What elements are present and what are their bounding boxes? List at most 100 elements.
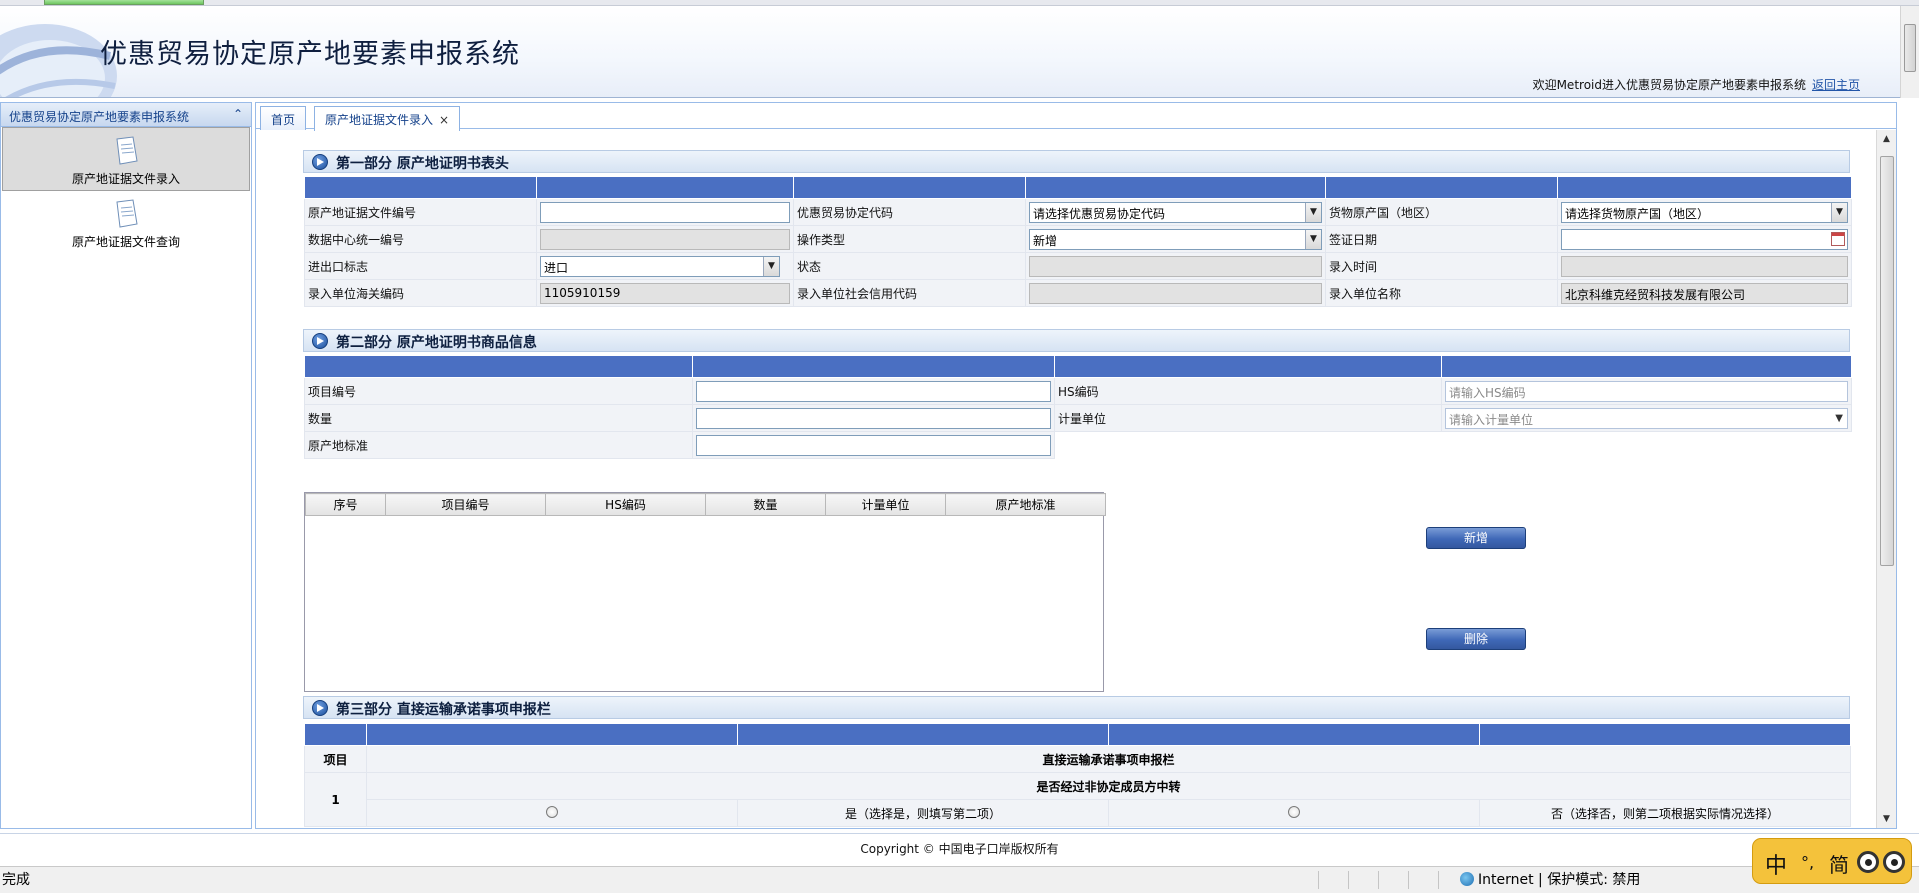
field-label: 操作类型 [793, 225, 1026, 253]
grid-header-hs-code[interactable]: HS编码 [545, 493, 706, 516]
field-label: 数量 [304, 404, 693, 432]
calendar-icon[interactable] [1831, 231, 1845, 246]
cert-no-input[interactable] [540, 201, 790, 223]
chevron-down-icon[interactable]: ▼ [1305, 229, 1321, 249]
ime-punct-toggle[interactable]: °, [1801, 853, 1814, 872]
sidebar-title: 优惠贸易协定原产地要素申报系统 [9, 110, 190, 124]
customs-code-field: 1105910159 [540, 282, 790, 304]
delete-button[interactable]: 删除 [1426, 628, 1526, 650]
grid-header-seq[interactable]: 序号 [305, 493, 386, 516]
sidebar-item-label: 原产地证据文件查询 [71, 235, 180, 249]
section-title: 第一部分 原产地证明书表头 [336, 156, 509, 172]
entry-time-field [1561, 255, 1848, 277]
sidebar-item-query[interactable]: 原产地证据文件查询 [2, 191, 250, 255]
field-label: 货物原产国（地区） [1325, 198, 1558, 226]
sidebar-item-entry[interactable]: 原产地证据文件录入 [2, 127, 250, 191]
add-button[interactable]: 新增 [1426, 527, 1526, 549]
import-export-select[interactable]: 进口 ▼ [540, 255, 780, 277]
field-label: 项目编号 [304, 377, 693, 405]
divider [1408, 871, 1409, 889]
content-scrollbar[interactable]: ▲ ▼ [1876, 130, 1896, 828]
tab-home[interactable]: 首页 [260, 106, 307, 130]
transport-table: 项目 直接运输承诺事项申报栏 1 是否经过非协定成员方中转 是（选择是，则填写第… [304, 723, 1851, 827]
goods-form-table: 项目编号 HS编码 请输入HS编码 数量 计量单位 请输入计量单位 ▼ 原产地标准 [304, 355, 1852, 459]
header-form-table: 原产地证据文件编号 优惠贸易协定代码 请选择优惠贸易协定代码 ▼ 货物原产国（地区… [304, 176, 1852, 307]
select-placeholder: 请输入计量单位 [1449, 412, 1534, 427]
header-scrollbar[interactable] [1900, 6, 1919, 98]
form-content: 第一部分 原产地证明书表头 原产地证据文件编号 优惠贸易协定代码 请选择优惠贸易… [256, 130, 1876, 828]
select-value: 进口 [544, 260, 569, 275]
ime-mode-toggle[interactable]: 简 [1829, 849, 1849, 878]
collapse-icon[interactable]: ⌃ [233, 107, 243, 121]
security-zone[interactable]: Internet | 保护模式: 禁用 [1460, 867, 1640, 893]
document-icon [116, 199, 138, 228]
field-label: 计量单位 [1054, 404, 1442, 432]
ime-mascot-icon [1857, 851, 1909, 873]
status-text: 完成 [2, 872, 30, 888]
credit-code-field [1029, 282, 1322, 304]
section-header-part3: 第三部分 直接运输承诺事项申报栏 [303, 696, 1850, 719]
origin-criteria-input[interactable] [696, 434, 1051, 456]
question-label: 是否经过非协定成员方中转 [366, 772, 1851, 800]
yes-radio[interactable] [546, 805, 558, 818]
grid-header-quantity[interactable]: 数量 [705, 493, 826, 516]
copyright-text: Copyright © 中国电子口岸版权所有 [860, 842, 1059, 856]
goods-grid: 序号 项目编号 HS编码 数量 计量单位 原产地标准 [304, 492, 1106, 692]
divider [1348, 871, 1349, 889]
grid-header-origin[interactable]: 原产地标准 [945, 493, 1106, 516]
col-item-label: 项目 [304, 745, 367, 773]
quantity-input[interactable] [696, 407, 1051, 429]
tab-entry[interactable]: 原产地证据文件录入 × [314, 106, 461, 131]
item-no-input[interactable] [696, 380, 1051, 402]
grid-header-unit[interactable]: 计量单位 [825, 493, 946, 516]
field-label: 数据中心统一编号 [304, 225, 537, 253]
scroll-down-icon[interactable]: ▼ [1883, 814, 1890, 824]
browser-tab[interactable] [44, 0, 204, 5]
field-label: 录入时间 [1325, 252, 1558, 280]
chevron-down-icon[interactable]: ▼ [1305, 202, 1321, 222]
hs-code-input[interactable]: 请输入HS编码 [1445, 380, 1848, 402]
home-link[interactable]: 返回主页 [1812, 78, 1860, 92]
arrow-circle-icon [312, 154, 328, 170]
chevron-down-icon[interactable]: ▼ [763, 256, 779, 276]
yes-label: 是（选择是，则填写第二项） [737, 799, 1109, 827]
ime-lang-toggle[interactable]: 中 [1765, 848, 1787, 880]
ime-toolbar[interactable]: 中 °, 简 [1752, 838, 1912, 884]
eye-icon [1857, 851, 1879, 873]
arrow-circle-icon [312, 333, 328, 349]
eye-icon [1883, 851, 1905, 873]
agreement-code-select[interactable]: 请选择优惠贸易协定代码 ▼ [1029, 201, 1322, 223]
close-icon[interactable]: × [439, 113, 449, 127]
unit-select[interactable]: 请输入计量单位 ▼ [1445, 407, 1848, 429]
footer: Copyright © 中国电子口岸版权所有 [0, 833, 1919, 865]
field-label: 进出口标志 [304, 252, 537, 280]
origin-country-select[interactable]: 请选择货物原产国（地区） ▼ [1561, 201, 1848, 223]
status-field [1029, 255, 1322, 277]
select-value: 请选择货物原产国（地区） [1565, 206, 1710, 221]
no-radio[interactable] [1288, 805, 1300, 818]
zone-text: Internet | 保护模式: 禁用 [1478, 872, 1641, 888]
divider [1318, 871, 1319, 889]
field-label: 录入单位名称 [1325, 279, 1558, 307]
visa-date-input[interactable] [1561, 228, 1848, 250]
status-bar: 完成 Internet | 保护模式: 禁用 [0, 866, 1919, 893]
field-label: 录入单位社会信用代码 [793, 279, 1026, 307]
grid-header-item-no[interactable]: 项目编号 [385, 493, 546, 516]
document-icon [116, 136, 138, 165]
sidebar-item-label: 原产地证据文件录入 [71, 172, 180, 186]
data-center-no-field [540, 228, 790, 250]
arrow-circle-icon [312, 700, 328, 716]
scroll-thumb[interactable] [1880, 156, 1894, 566]
scroll-thumb[interactable] [1904, 24, 1916, 72]
field-label: 录入单位海关编码 [304, 279, 537, 307]
divider [1438, 871, 1439, 889]
chevron-down-icon[interactable]: ▼ [1831, 202, 1847, 222]
section-header-part1: 第一部分 原产地证明书表头 [303, 150, 1850, 173]
scroll-up-icon[interactable]: ▲ [1883, 134, 1890, 144]
section-title: 第三部分 直接运输承诺事项申报栏 [336, 702, 551, 718]
chevron-down-icon[interactable]: ▼ [1835, 409, 1843, 428]
globe-icon [1460, 872, 1474, 886]
operation-type-select[interactable]: 新增 ▼ [1029, 228, 1322, 250]
tab-label: 首页 [271, 113, 296, 127]
field-label: 签证日期 [1325, 225, 1558, 253]
